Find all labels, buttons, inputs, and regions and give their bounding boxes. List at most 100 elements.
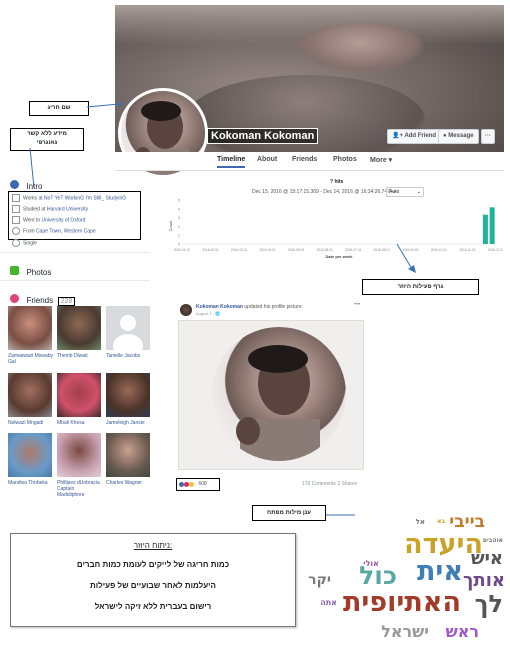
x-tick-label: 2016-07-01 [345, 248, 362, 252]
word-text: איש [470, 548, 503, 569]
intro-link[interactable]: Cape Town, Western Cape [36, 228, 96, 234]
word: אתה [320, 598, 337, 607]
intro-link[interactable]: Harvard University [47, 206, 88, 212]
post-image[interactable] [178, 320, 364, 470]
friend-photo[interactable] [57, 433, 101, 477]
callout-arrow [87, 101, 123, 108]
word-text: אותך [463, 570, 505, 591]
callout-arrow [396, 243, 416, 273]
post-stats[interactable]: 170 Comments 3 Shares [302, 481, 357, 487]
friend-name[interactable]: Zamaswazi Mswaby Gal [8, 353, 54, 365]
cover-shape [295, 23, 425, 73]
word: ישראל [381, 622, 429, 641]
post-avatar[interactable] [180, 304, 192, 316]
friend-name[interactable]: Mandisa Thobeka [8, 480, 54, 486]
friend-photo[interactable] [106, 306, 150, 358]
x-tick-label: 2016-10-01 [431, 248, 448, 252]
friend-name[interactable]: Nolwazi Mngadi [8, 420, 54, 426]
intro-link[interactable]: University of Oxford [42, 217, 86, 223]
post-time[interactable]: August 7 · 🌐 [196, 311, 220, 316]
intro-studied: Studied at Harvard University [12, 205, 88, 213]
photos-header[interactable]: Photos [10, 262, 51, 280]
reactions-box[interactable]: 608 [176, 478, 220, 491]
friend-name[interactable]: Mbali Khesa [57, 420, 103, 426]
word: ראש [446, 622, 479, 641]
word: אית [417, 556, 463, 587]
post-author[interactable]: Kokoman Kokoman [196, 304, 243, 310]
word-text: אית [416, 556, 463, 587]
profile-name[interactable]: Kokoman Kokoman [207, 128, 319, 144]
intro-from: From Cape Town, Western Cape [12, 227, 96, 235]
intro-work: Works at NoT YeT WorkinG I'm Still_ Stud… [12, 194, 126, 202]
graduation-icon [12, 205, 20, 213]
analysis-line: רישום בעברית ללא זיקה לישראל [94, 602, 212, 611]
add-friend-button[interactable]: 👤+ Add Friend [387, 129, 442, 144]
callout-line: מידע ללא קשר [27, 131, 67, 137]
x-tick-label: 2016-06-01 [317, 248, 334, 252]
more-options-button[interactable]: ··· [481, 129, 495, 144]
word-text: כול [359, 561, 397, 590]
message-button[interactable]: ● Message [438, 129, 479, 144]
callout-nickname: שם חריג [29, 101, 89, 116]
chart-subtitle: Dec 15, 2016 @ 15:17:15.369 - Dec 14, 20… [252, 189, 397, 195]
photos-icon [10, 266, 19, 276]
add-friend-icon: 👤+ [392, 133, 403, 139]
globe-icon [10, 180, 19, 190]
friend-photo[interactable] [57, 373, 101, 417]
friend-name[interactable]: Charles Wagner [106, 480, 152, 486]
chevron-down-icon: ⌄ [416, 189, 421, 195]
friend-photo[interactable] [8, 373, 52, 417]
intro-link[interactable]: NoT YeT WorkinG I'm Still_ StudyinG [44, 195, 126, 201]
word-text: ישראל [381, 622, 429, 641]
friend-photo[interactable] [57, 306, 101, 350]
friend-name[interactable]: Phillipes dUnbracia Captain Madoliphore [57, 480, 103, 498]
callout-line: גאוגרפי [36, 140, 58, 146]
friend-photo[interactable] [8, 306, 52, 350]
word: לך [475, 590, 503, 618]
intro-relationship: Single [12, 239, 37, 247]
y-tick-label: 3 [178, 216, 180, 220]
x-axis-label: Date per week [326, 254, 354, 259]
word-text: אוהבים [482, 537, 503, 544]
y-axis-label: Count [168, 220, 173, 232]
friend-name[interactable]: Themb Dlwati [57, 353, 103, 359]
friend-photo[interactable] [106, 433, 150, 477]
chart-bar [489, 207, 495, 244]
friends-icon [10, 294, 19, 304]
reaction-count: 608 [198, 481, 207, 487]
divider [0, 252, 150, 253]
tab-about[interactable]: About [257, 156, 277, 163]
y-tick-label: 5 [178, 199, 180, 203]
add-friend-label: Add Friend [404, 133, 437, 139]
post-action: updated his profile picture. [242, 304, 303, 310]
tab-friends[interactable]: Friends [292, 156, 317, 163]
x-tick-label: 2016-01-10 [174, 248, 191, 252]
x-tick-label: 2016-04-01 [259, 248, 276, 252]
intro-title: Intro [26, 182, 43, 191]
post-options-icon[interactable]: ••• [354, 302, 360, 308]
intro-prefix: Single [23, 240, 37, 247]
word-text: ראש [445, 622, 479, 641]
tab-timeline[interactable]: Timeline [217, 156, 246, 168]
y-tick-label: 1 [178, 234, 180, 238]
tab-more[interactable]: More ▾ [370, 156, 392, 164]
friend-name[interactable]: Tanielle Jacobs [106, 353, 152, 359]
word-text: אתה [320, 598, 337, 607]
x-tick-label: 2016-11-01 [459, 248, 475, 252]
word-cloud: בא אל בייבי אוהבים היעדה איש אולי אית כו… [300, 512, 505, 657]
graduation-icon [12, 216, 20, 224]
friend-photo[interactable] [106, 373, 150, 417]
tab-photos[interactable]: Photos [333, 156, 357, 163]
friend-photo[interactable] [8, 433, 52, 477]
analysis-box: ניתוח היוזר: כמות חריגה של לייקים לעומת … [10, 533, 296, 627]
profile-nav: Timeline About Friends Photos More ▾ [115, 152, 504, 171]
post-image-circle [212, 327, 346, 461]
y-tick-label: 2 [178, 225, 180, 229]
y-tick-label: 0 [178, 243, 180, 247]
analysis-title: ניתוח היוזר: [133, 541, 173, 550]
photos-title: Photos [26, 268, 52, 277]
word-text: יקר [308, 572, 331, 588]
word: כול [359, 561, 397, 590]
y-tick-label: 4 [178, 207, 180, 211]
friend-name[interactable]: Jameleigh Jansie [106, 420, 152, 426]
